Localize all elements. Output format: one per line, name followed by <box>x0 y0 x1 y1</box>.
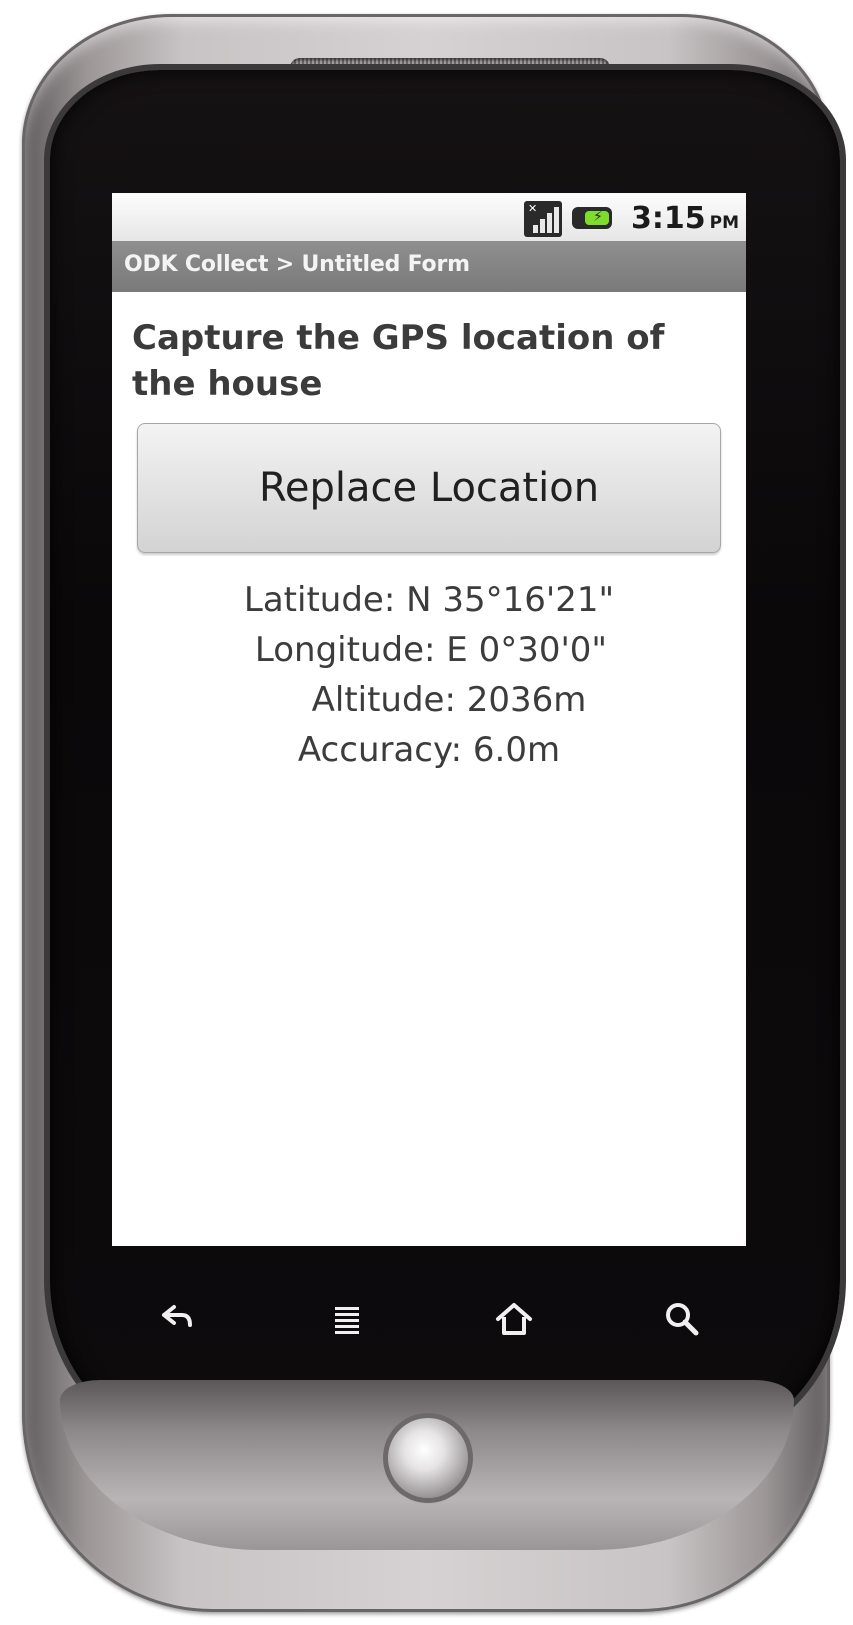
longitude-value: Longitude: E 0°30'0" <box>254 630 608 670</box>
home-icon[interactable] <box>484 1289 544 1349</box>
device-screen: ✕ ⚡ 3:15 PM ODK Collect > Untitled Form C… <box>112 193 746 1246</box>
title-bar: ODK Collect > Untitled Form <box>112 241 746 292</box>
form-breadcrumb-title: ODK Collect > Untitled Form <box>124 252 470 277</box>
clock-time: 3:15 <box>631 201 706 236</box>
search-icon[interactable] <box>652 1289 712 1349</box>
status-clock: 3:15 PM <box>631 201 739 236</box>
menu-icon[interactable] <box>317 1289 377 1349</box>
gps-readout: Latitude: N 35°16'21" Longitude: E 0°30'… <box>112 575 746 775</box>
signal-no-data-icon: ✕ <box>524 201 562 237</box>
latitude-value: Latitude: N 35°16'21" <box>243 580 615 620</box>
back-icon[interactable] <box>146 1289 206 1349</box>
accuracy-value: Accuracy: 6.0m <box>297 730 561 770</box>
replace-location-button[interactable]: Replace Location <box>137 423 721 553</box>
clock-ampm: PM <box>709 213 740 233</box>
altitude-value: Altitude: 2036m <box>311 680 587 720</box>
trackball-button[interactable] <box>388 1418 468 1498</box>
question-label: Capture the GPS location of the house <box>132 318 665 404</box>
battery-charging-icon: ⚡ <box>572 207 612 229</box>
status-bar: ✕ ⚡ 3:15 PM <box>112 193 746 241</box>
hardware-softkeys <box>112 1275 746 1365</box>
